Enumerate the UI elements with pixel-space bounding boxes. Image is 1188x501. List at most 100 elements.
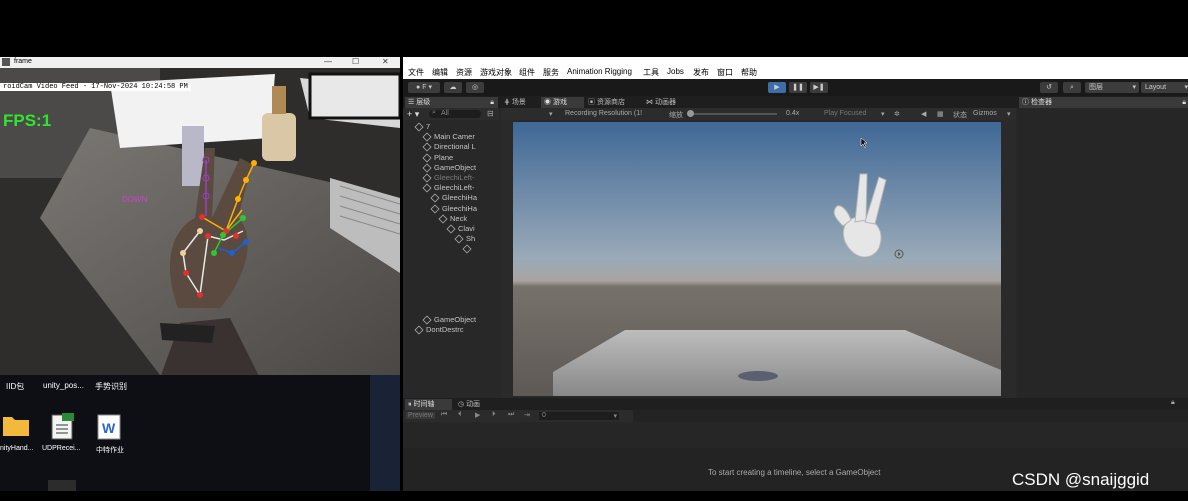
taskbar-thumbnail <box>48 480 76 491</box>
hierarchy-item[interactable]: Sh <box>454 234 475 244</box>
chevron-down-icon: ▾ <box>1184 84 1188 91</box>
tab-scene[interactable]: ⋕ 场景 <box>501 97 542 108</box>
taskbar-label[interactable]: 手势识别 <box>95 381 127 392</box>
layers-dropdown[interactable]: 图层 ▾ <box>1085 82 1139 93</box>
hierarchy-item[interactable]: Clavi <box>446 224 475 234</box>
tab-animator[interactable]: ⋈ 动画器 <box>643 97 696 108</box>
hierarchy-item-label: GleechiLeft- <box>434 183 475 193</box>
folder-icon[interactable] <box>2 413 32 441</box>
minimize-button[interactable]: — <box>324 57 332 66</box>
filter-icon[interactable]: ⊟ <box>487 109 494 118</box>
menu-item[interactable]: 组件 <box>519 67 535 78</box>
hierarchy-item[interactable] <box>462 244 474 254</box>
desktop: IID包 unity_pos... 手势识别 W nityHand... UDP… <box>0 375 400 491</box>
chevron-down-icon[interactable]: ▾ <box>881 110 885 118</box>
resolution-dropdown[interactable]: Recording Resolution (1! <box>565 110 642 117</box>
menu-item[interactable]: 帮助 <box>741 67 757 78</box>
frame-field[interactable]: 0 ▾ <box>539 412 619 420</box>
gameobject-icon <box>446 224 456 234</box>
hierarchy-item-label: Clavi <box>458 224 475 233</box>
play-icon[interactable]: ▶ <box>475 411 480 419</box>
menu-item[interactable]: 工具 <box>643 67 659 78</box>
tab-animation[interactable]: ◷ 动画 <box>455 399 498 410</box>
chevron-down-icon[interactable]: ▾ <box>549 110 553 118</box>
gameobject-icon <box>422 132 432 142</box>
bug-icon[interactable]: ✲ <box>894 110 900 118</box>
history-icon[interactable]: ↺ <box>1040 82 1058 93</box>
menu-item[interactable]: 服务 <box>543 67 559 78</box>
hierarchy-panel: 7 Main Camer Directional L Plane GameObject G… <box>403 120 499 398</box>
menu-item[interactable]: Animation Rigging <box>567 67 632 76</box>
hierarchy-item-label: Plane <box>434 152 454 162</box>
hierarchy-item[interactable]: Plane <box>422 152 454 163</box>
menu-item[interactable]: 编辑 <box>432 67 448 78</box>
add-button[interactable]: + ▾ <box>407 109 419 120</box>
word-doc-icon[interactable]: W <box>96 413 126 441</box>
goto-end-icon[interactable]: ⏭ <box>508 411 514 419</box>
maximize-button[interactable]: ☐ <box>352 57 359 66</box>
play-mode-dropdown[interactable]: Play Focused <box>824 110 866 117</box>
hierarchy-item[interactable]: GameObject <box>422 163 476 173</box>
chevron-down-icon[interactable]: ▾ <box>1007 110 1011 118</box>
hierarchy-item[interactable]: GleechiLeft- <box>422 173 474 183</box>
desktop-icon-label: 中特作业 <box>96 447 124 454</box>
collab-icon[interactable]: ◎ <box>466 82 484 93</box>
search-icon[interactable]: ⌕ <box>1063 82 1081 93</box>
pause-button[interactable]: ❚❚ <box>789 82 807 93</box>
menu-item[interactable]: 资源 <box>456 67 472 78</box>
watermark: CSDN @snaijggid <box>1012 470 1150 489</box>
menu-item[interactable]: 游戏对象 <box>480 67 512 78</box>
loop-icon[interactable]: ⇥ <box>524 411 530 419</box>
hierarchy-item[interactable]: GleechiHa <box>430 193 477 203</box>
menu-item[interactable]: Jobs <box>667 67 684 76</box>
hierarchy-item[interactable]: DontDestrc <box>414 325 464 335</box>
file-icon[interactable] <box>50 413 80 441</box>
hierarchy-item[interactable]: Directional L <box>422 142 476 152</box>
cloud-icon[interactable]: ☁ <box>444 82 462 93</box>
preview-toggle[interactable]: Preview <box>406 412 435 419</box>
menu-item[interactable]: 文件 <box>408 67 424 78</box>
tab-game[interactable]: ◉ 游戏 <box>541 97 584 108</box>
tab-inspector[interactable]: ⓘ 检查器 🔒︎ <box>1019 97 1188 108</box>
scale-slider[interactable] <box>687 110 777 117</box>
account-label: F <box>422 84 427 91</box>
gameobject-icon <box>454 234 464 244</box>
lock-icon[interactable]: 🔒︎ <box>490 97 494 108</box>
account-dropdown[interactable]: ● F ▾ <box>408 82 440 93</box>
play-button[interactable]: ▶ <box>768 82 786 93</box>
menu-item[interactable]: 发布 <box>693 67 709 78</box>
camera-window-titlebar[interactable]: frame — ☐ ✕ <box>0 57 400 68</box>
lock-icon[interactable]: 🔒︎ <box>1182 97 1186 108</box>
gameobject-icon <box>414 325 424 335</box>
taskbar-label[interactable]: IID包 <box>6 381 24 392</box>
hierarchy-item[interactable]: GleechiLeft- <box>422 183 475 193</box>
menu-item[interactable]: 窗口 <box>717 67 733 78</box>
prev-frame-icon[interactable]: ⏴ <box>458 411 462 419</box>
scale-slider-thumb[interactable] <box>687 110 694 117</box>
game-viewport[interactable] <box>513 122 1001 396</box>
tab-label: 层级 <box>416 99 431 106</box>
gizmos-dropdown[interactable]: Gizmos <box>973 110 997 117</box>
camera-caption: roidCam Video Feed - 17-Nov-2024 10:24:5… <box>0 83 191 91</box>
hierarchy-item[interactable]: GameObject <box>422 315 476 325</box>
step-button[interactable]: ▶❚ <box>810 82 828 93</box>
grid-icon[interactable]: ▦ <box>937 110 944 118</box>
layout-dropdown[interactable]: Layout ▾ <box>1141 82 1188 93</box>
hierarchy-item[interactable]: Main Camer <box>422 132 475 142</box>
goto-start-icon[interactable]: ⏮ <box>441 411 447 419</box>
next-frame-icon[interactable]: ⏵ <box>492 411 496 419</box>
tab-timeline[interactable]: ⏸ 时间轴 <box>405 399 452 410</box>
close-button[interactable]: ✕ <box>382 57 389 66</box>
lock-icon[interactable]: 🔒︎ <box>1171 399 1175 407</box>
stats-toggle[interactable]: 状态 <box>953 110 967 120</box>
timeline-hint: To start creating a timeline, select a G… <box>708 468 881 477</box>
hierarchy-item[interactable]: GleechiHa <box>430 204 477 214</box>
hierarchy-item[interactable]: Neck <box>438 214 467 224</box>
mute-audio-icon[interactable]: ◀︎ <box>921 110 926 118</box>
taskbar-label[interactable]: unity_pos... <box>43 381 84 390</box>
hierarchy-item[interactable]: 7 <box>414 122 430 132</box>
hierarchy-search[interactable]: ⌕ All <box>429 109 481 118</box>
tab-hierarchy[interactable]: ☰ 层级 🔒︎ <box>405 97 498 108</box>
tab-asset-store[interactable]: ▣ 资源商店 <box>585 97 642 108</box>
gameobject-icon <box>422 153 432 163</box>
